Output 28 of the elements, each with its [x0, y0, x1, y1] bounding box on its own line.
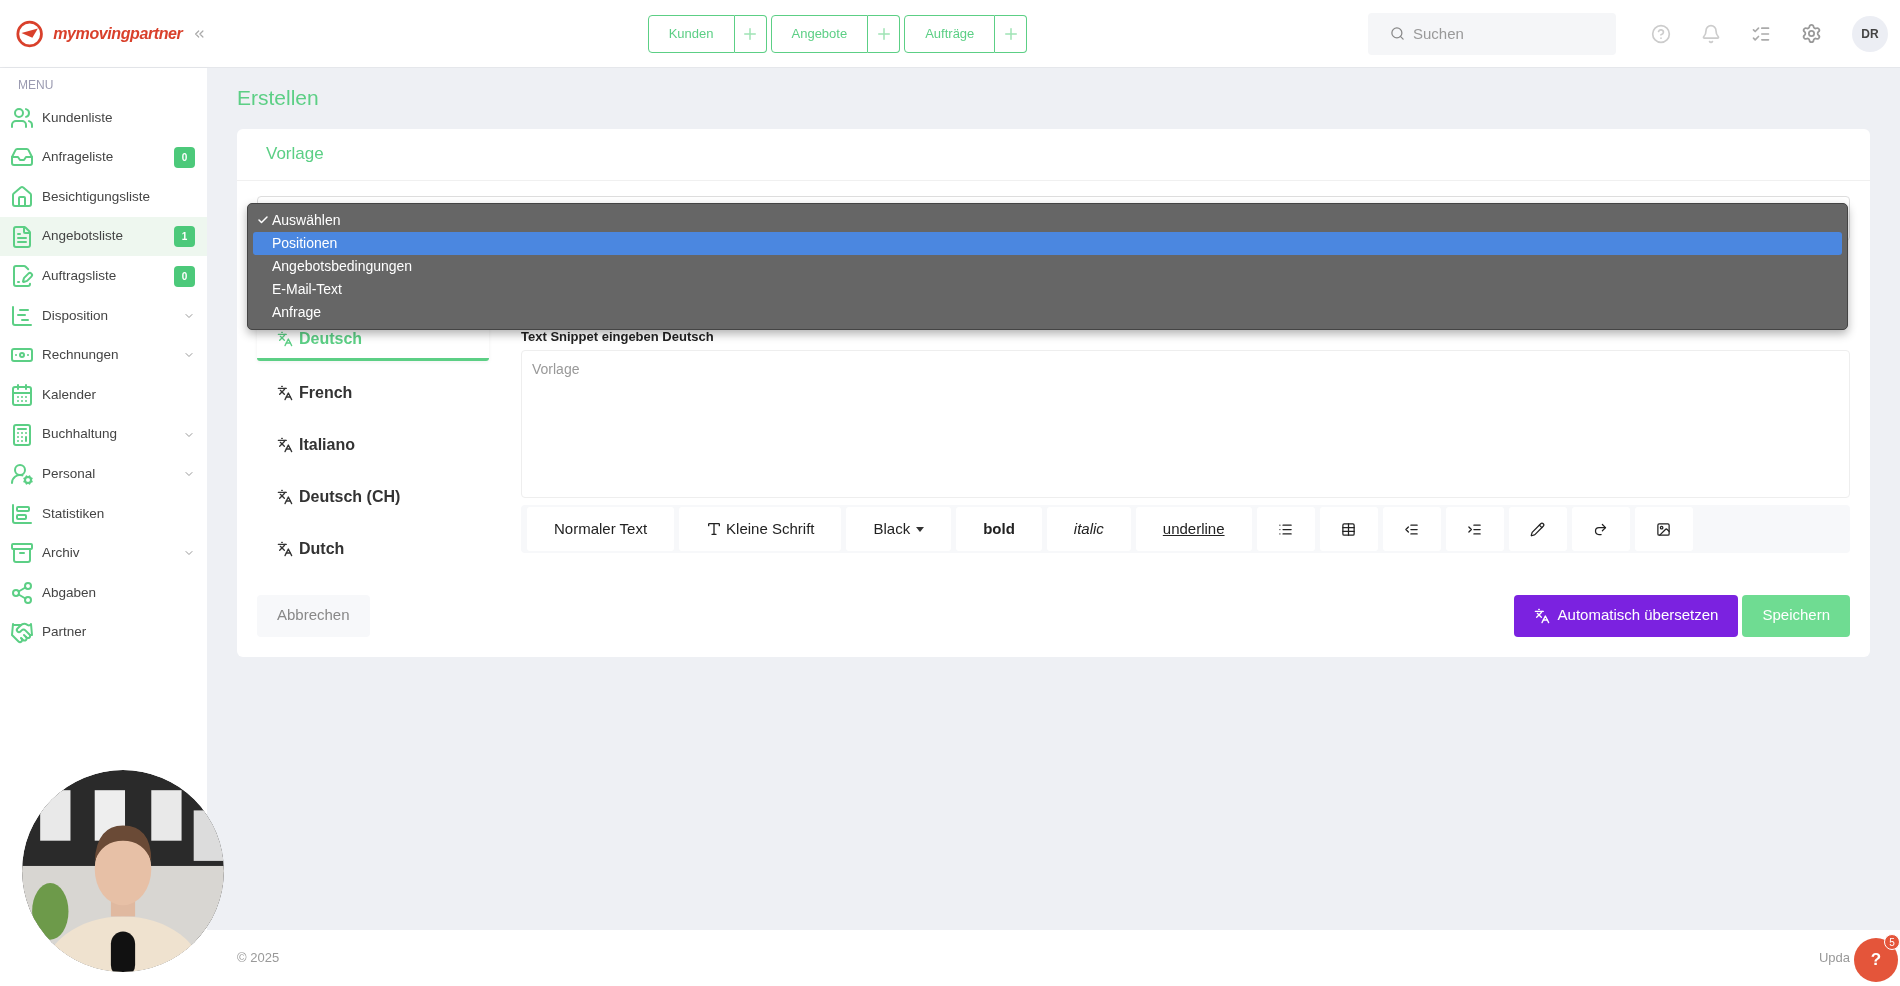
page-title: Erstellen	[237, 85, 320, 111]
menu-heading: MENU	[17, 77, 55, 94]
sidebar-label: Besichtigungsliste	[42, 187, 152, 206]
sidebar-label: Buchhaltung	[42, 425, 119, 444]
editor-label: Text Snippet eingeben Deutsch	[521, 327, 715, 346]
sidebar-label: Anfrageliste	[42, 148, 115, 167]
count-badge: 1	[174, 226, 195, 248]
sidebar-label: Disposition	[42, 306, 110, 325]
sidebar-label: Rechnungen	[42, 346, 120, 365]
sidebar-label: Personal	[42, 465, 97, 483]
sidebar-label: Kundenliste	[42, 108, 114, 127]
option-label: Positionen	[271, 233, 338, 253]
option-label: Auswählen	[271, 210, 341, 230]
sidebar-label: Archiv	[42, 544, 81, 563]
option-label: E-Mail-Text	[271, 279, 342, 299]
sidebar-label: Auftragsliste	[42, 267, 118, 286]
count-badge: 0	[174, 265, 195, 287]
sidebar-label: Statistiken	[42, 504, 106, 523]
footer-text: Upda	[1818, 949, 1850, 968]
logo-text: mymovingpartner	[53, 23, 183, 44]
sidebar-label: Kalender	[42, 385, 98, 404]
sidebar-label: Angebotsliste	[42, 227, 125, 246]
count-badge: 0	[174, 146, 195, 168]
sidebar-label: Partner	[42, 623, 88, 642]
card-title: Vorlage	[237, 128, 1870, 181]
sidebar-label: Abgaben	[42, 583, 98, 602]
copyright-text: © 2025	[237, 949, 280, 968]
option-label: Angebotsbedingungen	[271, 256, 413, 276]
